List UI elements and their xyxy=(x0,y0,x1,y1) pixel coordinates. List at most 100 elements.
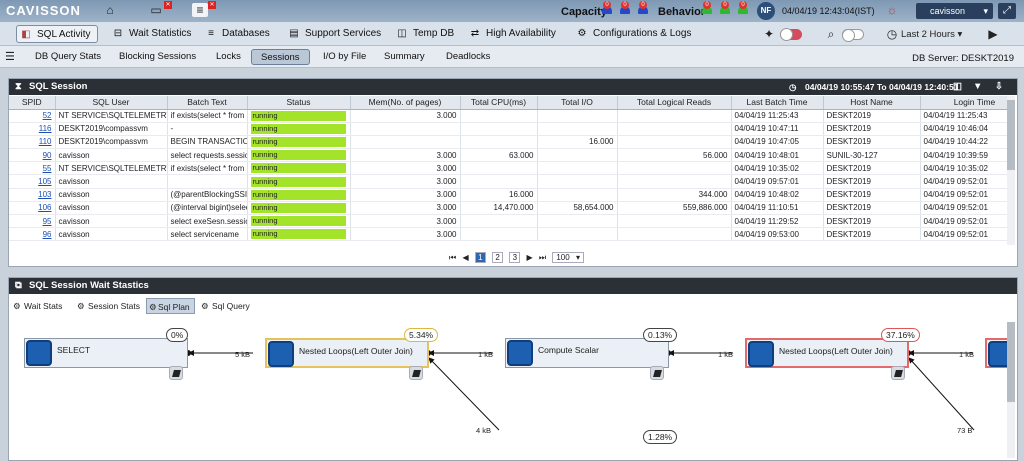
spid-link[interactable]: 106 xyxy=(9,201,56,216)
play-icon[interactable]: ▶ xyxy=(985,27,1001,41)
tab-io-by-file[interactable]: I/O by File xyxy=(323,49,366,65)
spid-link[interactable]: 52 xyxy=(9,109,56,123)
table-row[interactable]: 110 DESKT2019\compassvm BEGIN TRANSACTION r… xyxy=(9,135,1009,150)
plan-node-select[interactable]: SELECT xyxy=(24,338,188,368)
behavior-critical-bell-icon[interactable]: 0 xyxy=(701,1,713,14)
table-row[interactable]: 95 cavisson select exeSesn.session running 3… xyxy=(9,214,1009,229)
next-page-icon[interactable]: ▶ xyxy=(527,253,533,262)
nav-sql-activity[interactable]: ◧ SQL Activity xyxy=(16,25,98,43)
runner-icon[interactable]: ✦ xyxy=(761,27,777,41)
table-row[interactable]: 55 NT SERVICE\SQLTELEMETRY if exists(selec… xyxy=(9,161,1009,176)
column-header[interactable]: Host Name xyxy=(823,96,921,110)
spid-link[interactable]: 105 xyxy=(9,174,56,189)
capacity-critical-bell-icon[interactable]: 0 xyxy=(601,1,613,14)
spid-link[interactable]: 96 xyxy=(9,227,56,242)
page-2[interactable]: 2 xyxy=(492,252,504,263)
node-detail-icon[interactable] xyxy=(891,366,905,380)
spid-link[interactable]: 116 xyxy=(9,122,56,136)
prev-page-icon[interactable]: ◀ xyxy=(462,253,468,262)
monitor-icon[interactable]: ▭ xyxy=(148,3,164,17)
plan-node-partial[interactable] xyxy=(985,338,1009,368)
table-cell: 3.000 xyxy=(350,148,461,163)
table-row[interactable]: 103 cavisson (@parentBlockingSSID running 3.… xyxy=(9,188,1009,202)
nav-wait-statistics[interactable]: ⊟ Wait Statistics xyxy=(109,25,192,43)
table-cell: 3.000 xyxy=(350,201,461,216)
column-header[interactable]: Total I/O xyxy=(537,96,618,110)
last-page-icon[interactable]: ⏭ xyxy=(539,253,546,263)
column-header[interactable]: Batch Text xyxy=(167,96,248,110)
first-page-icon[interactable]: ⏮ xyxy=(449,253,456,263)
status-badge: running xyxy=(250,216,346,227)
column-header[interactable]: SQL User xyxy=(55,96,168,110)
page-1[interactable]: 1 xyxy=(474,252,486,263)
column-header[interactable]: Total Logical Reads xyxy=(617,96,732,110)
plan-node-compute-scalar[interactable]: Compute Scalar xyxy=(505,338,669,368)
table-cell: NT SERVICE\SQLTELEMETRY xyxy=(55,161,168,176)
menu-icon[interactable]: ☰ xyxy=(5,50,15,63)
plan-scrollbar[interactable] xyxy=(1007,322,1015,458)
sunset-icon[interactable]: ☼ xyxy=(884,3,900,17)
nav-high-availability[interactable]: ⇄ High Availability xyxy=(466,25,556,43)
behavior-minor-bell-icon[interactable]: 0 xyxy=(737,1,749,14)
spid-link[interactable]: 103 xyxy=(9,188,56,202)
search-icon[interactable]: ⌕ xyxy=(823,27,839,41)
table-cell xyxy=(350,135,461,150)
user-menu-button[interactable]: cavisson ▾ xyxy=(916,3,993,19)
tab-wait-stats[interactable]: ⚙ Wait Stats xyxy=(13,298,62,314)
nav-temp-db[interactable]: ◫ Temp DB xyxy=(393,25,454,43)
columns-icon[interactable]: ◫ xyxy=(953,79,962,95)
avatar[interactable]: NF xyxy=(757,2,775,20)
tab-sessions[interactable]: Sessions xyxy=(251,49,310,65)
home-icon[interactable]: ⌂ xyxy=(102,3,118,17)
table-scrollbar[interactable] xyxy=(1007,96,1015,245)
table-row[interactable]: 105 cavisson running 3.000 04/04/19 09:57:01… xyxy=(9,174,1009,189)
plan-node-nested-loops-1[interactable]: Nested Loops(Left Outer Join) xyxy=(265,338,429,368)
database-icon[interactable]: ≡ xyxy=(192,3,208,17)
capacity-minor-bell-icon[interactable]: 0 xyxy=(637,1,649,14)
time-range-select[interactable]: Last 2 Hours ▾ xyxy=(901,29,962,40)
filter-icon[interactable]: ▼ xyxy=(973,79,982,95)
table-row[interactable]: 90 cavisson select requests.session running… xyxy=(9,148,1009,163)
column-header[interactable]: Status xyxy=(247,96,351,110)
nested-loops-icon xyxy=(988,341,1009,367)
node-detail-icon[interactable] xyxy=(650,366,664,380)
spid-link[interactable]: 110 xyxy=(9,135,56,150)
node-detail-icon[interactable] xyxy=(409,366,423,380)
nav-support-services[interactable]: ▤ Support Services xyxy=(285,25,381,43)
column-header[interactable]: Total CPU(ms) xyxy=(460,96,538,110)
gear-icon: ⚙ xyxy=(201,301,209,311)
plan-node-nested-loops-2[interactable]: Nested Loops(Left Outer Join) xyxy=(745,338,909,368)
page-3[interactable]: 3 xyxy=(509,252,521,263)
tab-deadlocks[interactable]: Deadlocks xyxy=(446,49,490,65)
tab-summary[interactable]: Summary xyxy=(384,49,425,65)
capacity-major-bell-icon[interactable]: 0 xyxy=(619,1,631,14)
nav-databases[interactable]: ≡ Databases xyxy=(202,25,270,43)
spid-link[interactable]: 90 xyxy=(9,148,56,163)
spid-link[interactable]: 95 xyxy=(9,214,56,229)
nav-configurations-logs[interactable]: ⚙ Configurations & Logs xyxy=(573,25,692,43)
spid-link[interactable]: 55 xyxy=(9,161,56,176)
download-icon[interactable]: ⇩ xyxy=(995,79,1003,95)
fullscreen-icon[interactable]: ⤢ xyxy=(998,3,1016,19)
tab-locks[interactable]: Locks xyxy=(216,49,241,65)
tab-blocking-sessions[interactable]: Blocking Sessions xyxy=(119,49,196,65)
node-detail-icon[interactable] xyxy=(169,366,183,380)
table-cell: 04/04/19 11:29:52 xyxy=(731,214,824,229)
table-row[interactable]: 52 NT SERVICE\SQLTELEMETRY if exists(selec… xyxy=(9,109,1009,123)
column-header[interactable]: Login Time xyxy=(920,96,1009,110)
table-cell xyxy=(617,174,732,189)
tab-db-query-stats[interactable]: DB Query Stats xyxy=(35,49,101,65)
column-header[interactable]: SPID xyxy=(9,96,56,110)
tab-sql-plan[interactable]: ⚙ Sql Plan xyxy=(146,298,195,314)
column-header[interactable]: Mem(No. of pages) xyxy=(350,96,461,110)
page-size-select[interactable]: 100 ▾ xyxy=(552,252,584,263)
table-row[interactable]: 116 DESKT2019\compassvm - running 04/04/19 1… xyxy=(9,122,1009,136)
tab-session-stats[interactable]: ⚙ Session Stats xyxy=(77,298,140,314)
filter-toggle[interactable] xyxy=(842,29,864,42)
live-toggle[interactable] xyxy=(780,28,802,41)
column-header[interactable]: Last Batch Time xyxy=(731,96,824,110)
table-row[interactable]: 106 cavisson (@interval bigint)select runni… xyxy=(9,201,1009,216)
behavior-major-bell-icon[interactable]: 0 xyxy=(719,1,731,14)
table-row[interactable]: 96 cavisson select servicename running 3.000… xyxy=(9,227,1009,242)
tab-sql-query[interactable]: ⚙ Sql Query xyxy=(201,298,250,314)
